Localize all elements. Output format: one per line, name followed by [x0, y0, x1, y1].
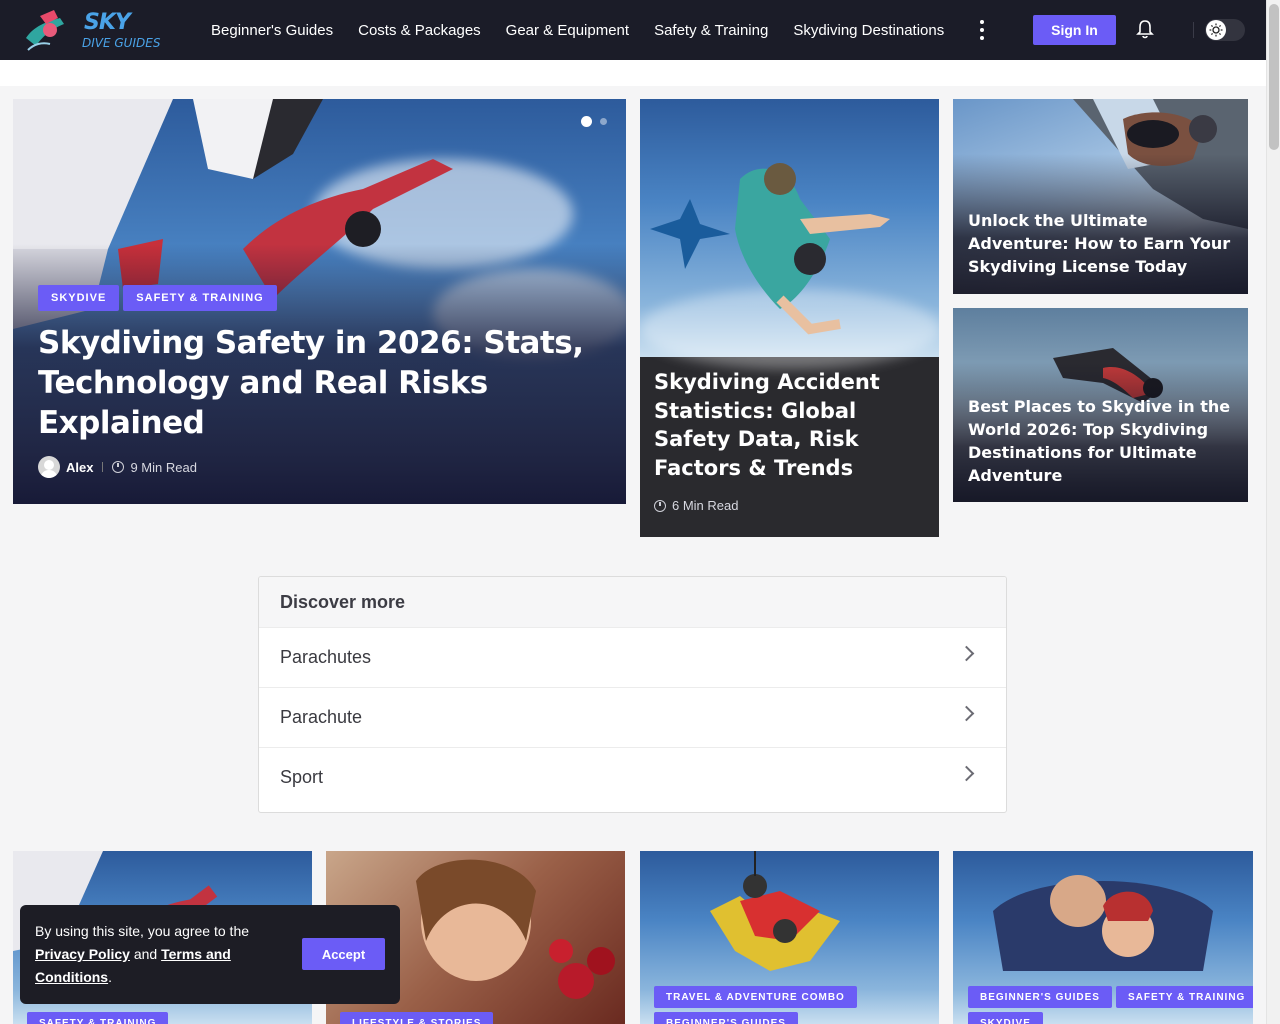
post-card-4[interactable]: BEGINNER'S GUIDES SAFETY & TRAINING SKYD… — [953, 851, 1253, 1024]
discover-item-label: Sport — [280, 767, 324, 787]
tag-lifestyle-stories[interactable]: LIFESTYLE & STORIES — [340, 1012, 494, 1024]
nav-safety-training[interactable]: Safety & Training — [654, 22, 768, 39]
clock-icon — [654, 499, 666, 512]
tag-safety-training[interactable]: SAFETY & TRAINING — [123, 285, 277, 311]
post-card-3[interactable]: TRAVEL & ADVENTURE COMBO BEGINNER'S GUID… — [640, 851, 939, 1024]
sign-in-button[interactable]: Sign In — [1033, 15, 1116, 45]
tag-safety-training[interactable]: SAFETY & TRAINING — [27, 1012, 169, 1024]
mid-card-image — [640, 99, 939, 369]
cookie-consent-banner: By using this site, you agree to the Pri… — [20, 905, 400, 1004]
side-card-1-title[interactable]: Unlock the Ultimate Adventure: How to Ea… — [968, 209, 1238, 278]
accept-button[interactable]: Accept — [302, 938, 385, 970]
featured-card-accident-statistics[interactable]: Skydiving Accident Statistics: Global Sa… — [640, 99, 939, 537]
read-time: 9 Min Read — [130, 459, 197, 475]
discover-item-label: Parachutes — [280, 647, 372, 667]
tag-skydive[interactable]: SKYDIVE — [968, 1012, 1043, 1024]
privacy-policy-link[interactable]: Privacy Policy — [35, 946, 130, 962]
discover-more-widget: Discover more Parachutes Parachute Sport — [258, 576, 1007, 813]
tag-beginners-guides[interactable]: BEGINNER'S GUIDES — [654, 1012, 798, 1024]
slider-dot-active[interactable] — [581, 116, 592, 127]
hero-meta: Alex 9 Min Read — [38, 456, 197, 478]
chevron-right-icon — [958, 705, 975, 722]
subheader-bar — [0, 60, 1266, 86]
nav-beginners-guides[interactable]: Beginner's Guides — [211, 22, 333, 39]
nav-gear-equipment[interactable]: Gear & Equipment — [506, 22, 629, 39]
site-header: SKY DIVE GUIDES Beginner's Guides Costs … — [0, 0, 1266, 60]
hero-title[interactable]: Skydiving Safety in 2026: Stats, Technol… — [38, 323, 598, 443]
notification-bell-icon[interactable] — [1136, 19, 1154, 39]
tag-beginners-guides[interactable]: BEGINNER'S GUIDES — [968, 986, 1112, 1008]
featured-card-skydiving-license[interactable]: Unlock the Ultimate Adventure: How to Ea… — [953, 99, 1248, 294]
clock-icon — [112, 461, 125, 473]
logo-text-sky: SKY — [84, 10, 131, 35]
discover-item-parachutes[interactable]: Parachutes — [259, 627, 1006, 687]
discover-item-sport[interactable]: Sport — [259, 747, 1006, 807]
discover-item-parachute[interactable]: Parachute — [259, 687, 1006, 747]
nav-skydiving-destinations[interactable]: Skydiving Destinations — [793, 22, 944, 39]
author-avatar[interactable] — [38, 456, 60, 478]
mid-card-title[interactable]: Skydiving Accident Statistics: Global Sa… — [654, 368, 929, 482]
side-card-2-title[interactable]: Best Places to Skydive in the World 2026… — [968, 395, 1238, 487]
header-divider — [1193, 22, 1194, 38]
discover-more-title: Discover more — [259, 577, 1006, 627]
slider-dots[interactable] — [581, 116, 607, 127]
dark-mode-toggle[interactable] — [1205, 19, 1245, 41]
sun-icon — [1206, 20, 1226, 40]
main-nav: Beginner's Guides Costs & Packages Gear … — [211, 0, 969, 60]
site-logo[interactable]: SKY DIVE GUIDES — [20, 8, 170, 54]
featured-card-best-places[interactable]: Best Places to Skydive in the World 2026… — [953, 308, 1248, 502]
tag-skydive[interactable]: SKYDIVE — [38, 285, 120, 311]
hero-tags: SKYDIVE SAFETY & TRAINING — [38, 285, 277, 311]
more-menu-icon[interactable] — [977, 20, 987, 40]
page-scrollbar[interactable] — [1266, 0, 1280, 1024]
read-time: 6 Min Read — [672, 498, 739, 513]
tag-travel-adventure-combo[interactable]: TRAVEL & ADVENTURE COMBO — [654, 986, 857, 1008]
mid-card-meta: 6 Min Read — [654, 498, 738, 513]
logo-text-dive-guides: DIVE GUIDES — [82, 36, 161, 50]
skydiver-logo-icon — [26, 10, 64, 51]
hero-card[interactable]: SKYDIVE SAFETY & TRAINING Skydiving Safe… — [13, 99, 626, 504]
nav-costs-packages[interactable]: Costs & Packages — [358, 22, 481, 39]
chevron-right-icon — [958, 765, 975, 782]
chevron-right-icon — [958, 645, 975, 662]
scrollbar-thumb[interactable] — [1269, 4, 1279, 150]
slider-dot[interactable] — [600, 118, 607, 125]
author-name[interactable]: Alex — [66, 460, 93, 475]
cookie-text: By using this site, you agree to the Pri… — [35, 923, 250, 985]
discover-item-label: Parachute — [280, 707, 363, 727]
tag-safety-training[interactable]: SAFETY & TRAINING — [1115, 986, 1253, 1008]
